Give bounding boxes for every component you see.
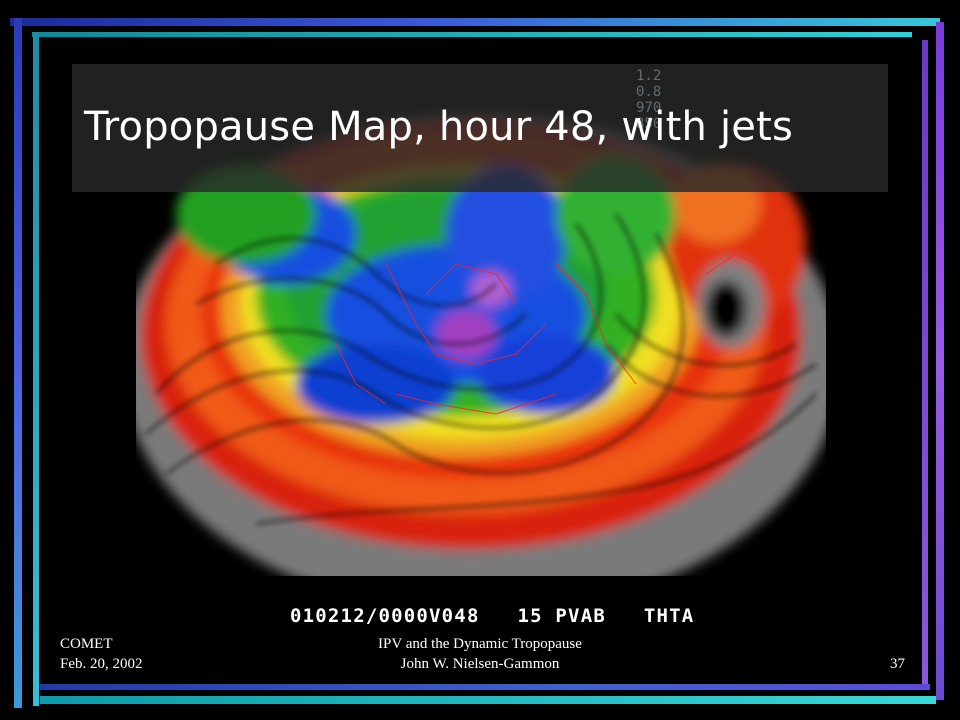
slide-number: 37 xyxy=(890,656,905,672)
footer-date: Feb. 20, 2002 xyxy=(60,656,143,672)
frame-bar-left-outer xyxy=(14,18,22,708)
frame-bar-right-outer xyxy=(936,22,944,700)
map-caption: 010212/0000V048 15 PVAB THTA xyxy=(290,605,695,627)
frame-bar-top-outer xyxy=(10,18,940,26)
frame-bar-bottom-outer xyxy=(40,696,936,704)
frame-bar-bottom-inner xyxy=(40,684,930,690)
overlay-number: 0.8 xyxy=(636,84,662,100)
footer-author: John W. Nielsen-Gammon xyxy=(400,656,560,672)
overlay-number: 1.2 xyxy=(636,68,662,84)
slide-title: Tropopause Map, hour 48, with jets xyxy=(84,104,794,150)
frame-bar-left-inner xyxy=(33,32,39,706)
footer-talk-title: IPV and the Dynamic Tropopause xyxy=(378,636,582,652)
footer-left: COMET Feb. 20, 2002 xyxy=(60,634,143,674)
frame-bar-right-inner xyxy=(922,40,928,690)
footer-center: IPV and the Dynamic Tropopause John W. N… xyxy=(340,634,620,674)
frame-bar-top-inner xyxy=(32,32,912,37)
footer-organization: COMET xyxy=(60,636,113,652)
